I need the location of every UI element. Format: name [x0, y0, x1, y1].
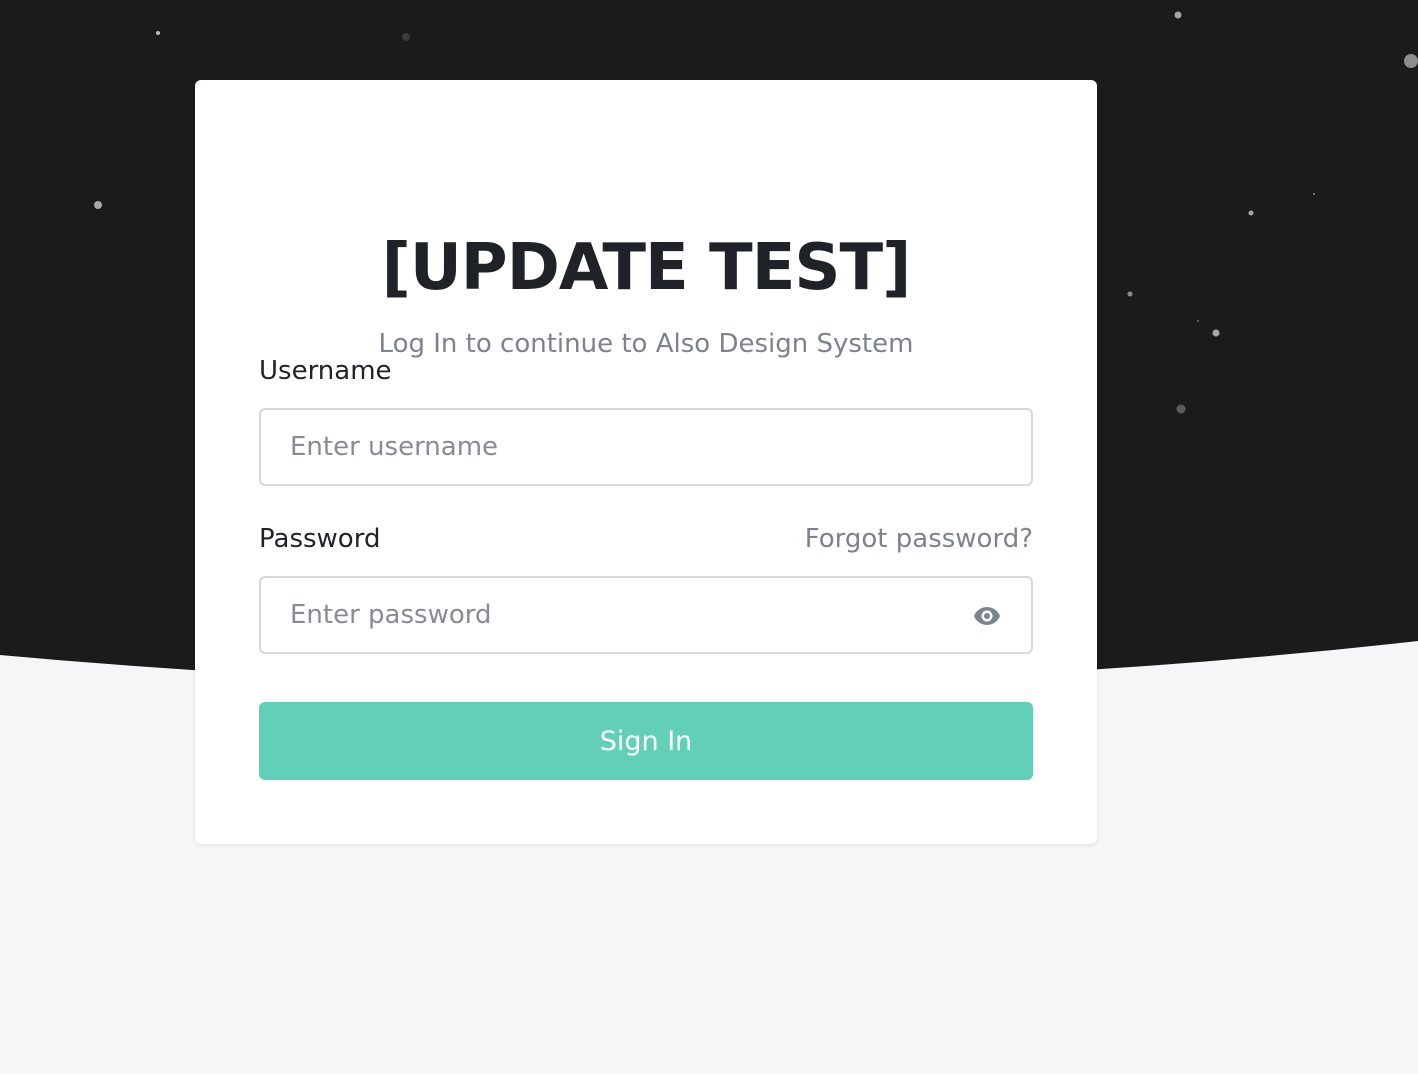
forgot-password-link[interactable]: Forgot password?	[805, 522, 1033, 556]
eye-icon[interactable]	[973, 605, 1001, 627]
login-page: [UPDATE TEST] Log In to continue to Also…	[0, 0, 1418, 1074]
page-title: [UPDATE TEST]	[381, 231, 912, 305]
password-label: Password	[259, 524, 381, 554]
username-label: Username	[259, 356, 392, 386]
password-field-box	[259, 576, 1033, 654]
password-input[interactable]	[261, 578, 1031, 652]
username-field-box	[259, 408, 1033, 486]
sign-in-button[interactable]: Sign In	[259, 702, 1033, 780]
username-input[interactable]	[261, 410, 1031, 484]
login-card: [UPDATE TEST] Log In to continue to Also…	[195, 80, 1097, 844]
